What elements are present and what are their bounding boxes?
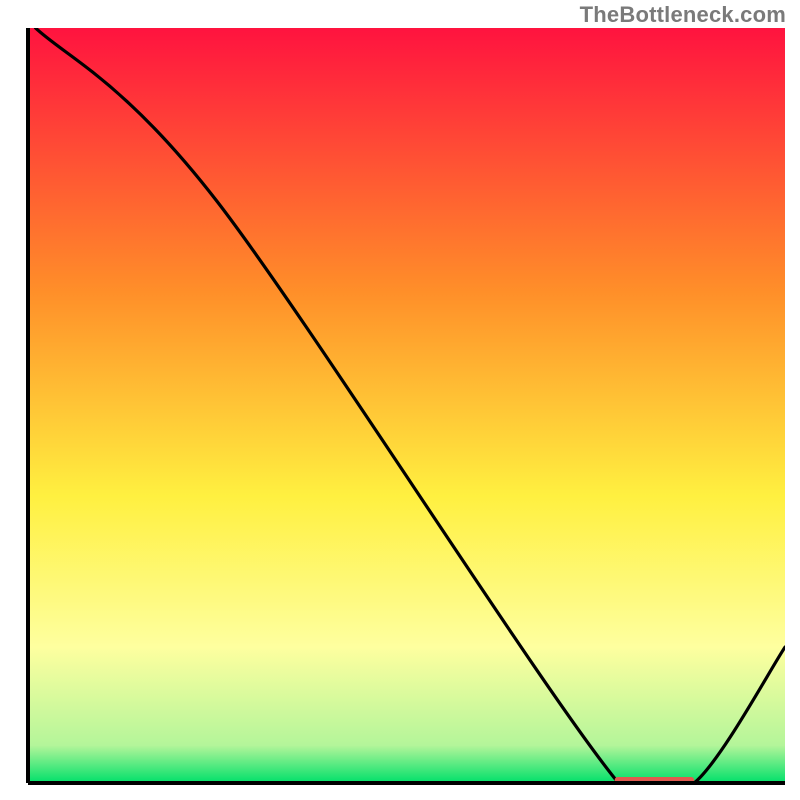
attribution-label: TheBottleneck.com [580, 2, 786, 28]
bottleneck-chart [0, 0, 800, 800]
chart-gradient-background [28, 28, 785, 783]
